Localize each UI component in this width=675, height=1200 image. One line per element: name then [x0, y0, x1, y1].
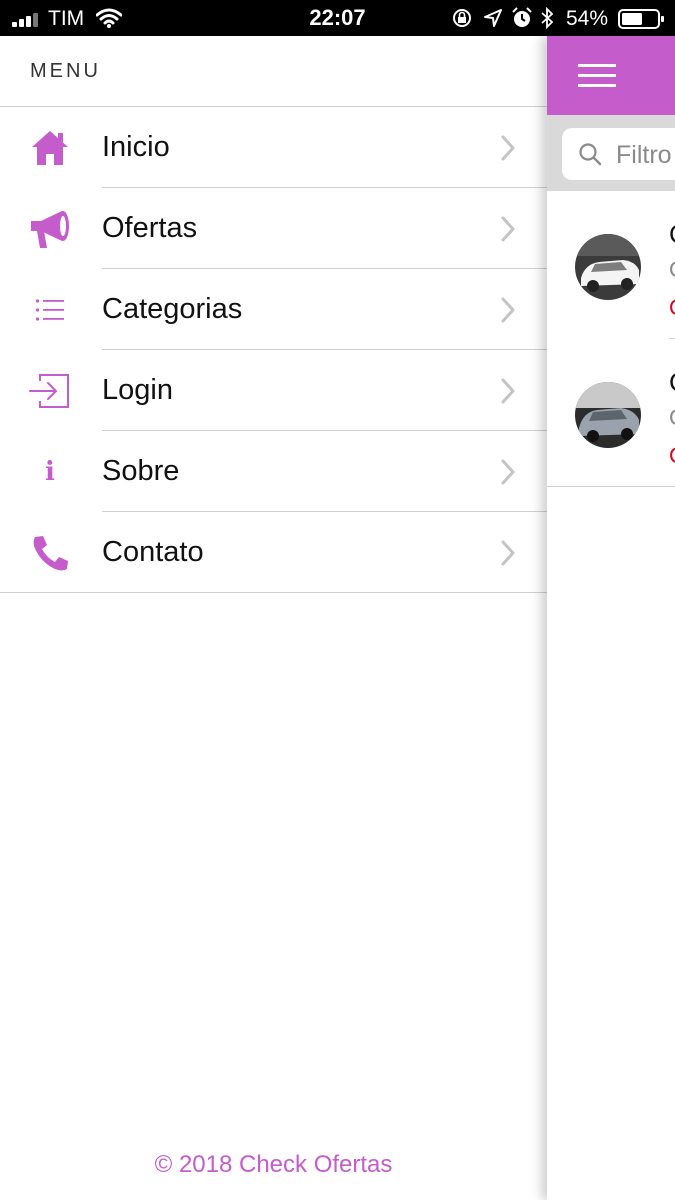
chevron-right-icon — [501, 297, 515, 323]
chevron-right-icon — [501, 540, 515, 566]
bluetooth-icon — [541, 7, 554, 29]
item-title: C — [669, 367, 675, 398]
menu-divider — [0, 592, 547, 593]
chevron-right-icon — [501, 459, 515, 485]
home-icon — [28, 127, 72, 169]
info-icon: i — [45, 457, 55, 487]
item-subtitle: C — [669, 405, 675, 431]
location-icon — [484, 9, 502, 27]
search-input[interactable]: Filtro — [562, 128, 675, 180]
list-icon — [28, 289, 72, 331]
rotation-lock-icon — [453, 9, 471, 27]
menu-item-label: Categorias — [102, 293, 243, 325]
menu-item-contato[interactable]: Contato — [0, 512, 547, 593]
menu-item-label: Inicio — [102, 131, 170, 163]
menu-title: MENU — [30, 60, 101, 82]
item-price: C — [669, 443, 675, 469]
offer-list: C C C C C C — [547, 191, 675, 487]
main-content: Filtro C C C — [547, 36, 675, 1200]
megaphone-icon — [28, 208, 72, 250]
menu-list: Inicio Ofertas Categorias Login i Sobre … — [0, 107, 547, 593]
battery-percent: 54% — [566, 7, 609, 30]
search-placeholder: Filtro — [616, 141, 672, 169]
copyright-footer: © 2018 Check Ofertas — [154, 1151, 393, 1178]
menu-item-login[interactable]: Login — [0, 350, 547, 431]
menu-item-ofertas[interactable]: Ofertas — [0, 188, 547, 269]
phone-icon — [28, 532, 72, 574]
menu-item-categorias[interactable]: Categorias — [0, 269, 547, 350]
menu-item-inicio[interactable]: Inicio — [0, 107, 547, 188]
battery-icon — [618, 9, 664, 29]
side-menu: MENU Inicio Ofertas Categorias Login i S… — [0, 36, 547, 1200]
chevron-right-icon — [501, 135, 515, 161]
menu-item-label: Contato — [102, 536, 204, 568]
list-item[interactable]: C C C — [547, 191, 675, 339]
list-item[interactable]: C C C — [547, 339, 675, 487]
item-price: C — [669, 295, 675, 321]
alarm-icon — [512, 7, 532, 27]
item-title: C — [669, 219, 675, 250]
status-bar: TIM 22:07 54% — [0, 0, 675, 36]
search-icon — [579, 143, 602, 166]
chevron-right-icon — [501, 216, 515, 242]
login-icon — [28, 370, 72, 412]
app-header — [547, 36, 675, 115]
chevron-right-icon — [501, 378, 515, 404]
menu-item-label: Sobre — [102, 455, 180, 487]
menu-item-label: Login — [102, 374, 173, 406]
menu-item-label: Ofertas — [102, 212, 198, 244]
item-subtitle: C — [669, 257, 675, 283]
list-divider — [547, 486, 675, 487]
search-bar: Filtro — [547, 115, 675, 191]
menu-item-sobre[interactable]: i Sobre — [0, 431, 547, 512]
avatar — [575, 234, 641, 300]
menu-toggle-icon[interactable] — [578, 64, 616, 88]
avatar — [575, 382, 641, 448]
